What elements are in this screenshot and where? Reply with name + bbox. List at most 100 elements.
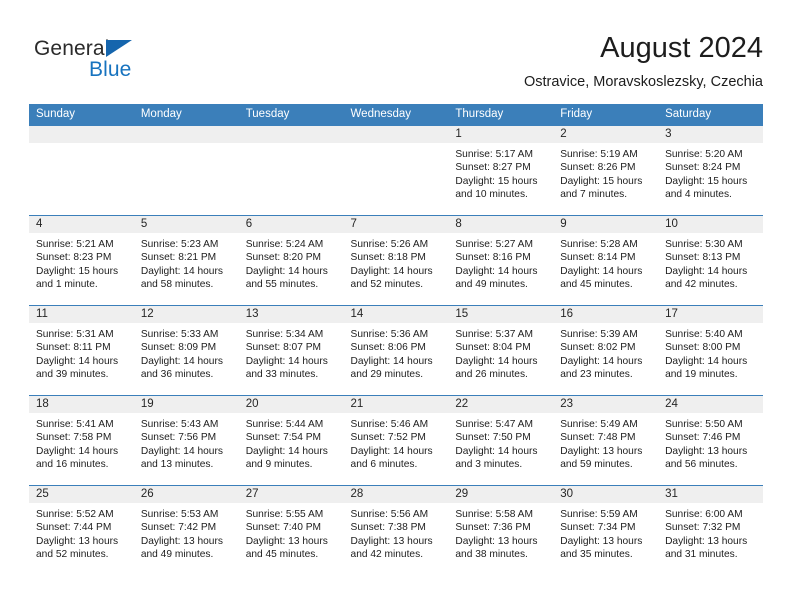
day-sun-info: Sunrise: 5:30 AM Sunset: 8:13 PM Daylight:… [658,233,763,291]
calendar-day-cell[interactable]: 10 Sunrise: 5:30 AM Sunset: 8:13 PM Dayligh… [658,215,763,306]
daylight-text: Daylight: 14 hours [140,265,223,277]
calendar-day-cell[interactable]: 28 Sunrise: 5:56 AM Sunset: 7:38 PM Dayligh… [343,485,449,576]
daylight-text: Daylight: 14 hours [455,265,538,277]
daylight-text-cont: and 59 minutes. [560,458,633,470]
day-number: 7 [343,216,449,233]
daylight-text: Daylight: 14 hours [36,355,119,367]
sunrise-text: Sunrise: 5:34 AM [245,329,324,340]
calendar-day-cell[interactable]: 13 Sunrise: 5:34 AM Sunset: 8:07 PM Dayligh… [238,305,344,396]
day-cell-inner: 3 Sunrise: 5:20 AM Sunset: 8:24 PM Daylight… [658,126,763,215]
day-sun-info: Sunrise: 5:53 AM Sunset: 7:42 PM Daylight:… [134,503,239,561]
daylight-text-cont: and 35 minutes. [560,548,633,560]
day-cell-inner: 19 Sunrise: 5:43 AM Sunset: 7:56 PM Dayligh… [133,396,239,485]
day-cell-inner: 24 Sunrise: 5:50 AM Sunset: 7:46 PM Dayligh… [658,396,763,485]
day-sun-info: Sunrise: 5:24 AM Sunset: 8:20 PM Daylight:… [239,233,344,291]
calendar-day-cell[interactable]: 23 Sunrise: 5:49 AM Sunset: 7:48 PM Dayligh… [553,395,659,486]
calendar-page: General Blue August 2024 Ostravice, Mora… [0,0,792,612]
daylight-text: Daylight: 13 hours [560,445,643,457]
daylight-text-cont: and 16 minutes. [36,458,109,470]
day-sun-info: Sunrise: 5:21 AM Sunset: 8:23 PM Daylight:… [29,233,134,291]
day-number: 20 [238,396,344,413]
daylight-text-cont: and 36 minutes. [140,368,214,380]
page-header: General Blue August 2024 Ostravice, Mora… [29,30,763,100]
calendar-day-cell[interactable]: 15 Sunrise: 5:37 AM Sunset: 8:04 PM Dayligh… [448,305,554,396]
sunrise-text: Sunrise: 5:56 AM [350,509,429,520]
sunrise-text: Sunrise: 5:49 AM [560,419,638,430]
calendar-day-cell[interactable]: 21 Sunrise: 5:46 AM Sunset: 7:52 PM Dayligh… [343,395,449,486]
calendar-day-cell[interactable]: 20 Sunrise: 5:44 AM Sunset: 7:54 PM Dayligh… [238,395,344,486]
day-number [238,126,344,143]
sunset-text: Sunset: 8:21 PM [140,252,217,264]
day-cell-inner: 25 Sunrise: 5:52 AM Sunset: 7:44 PM Dayligh… [29,486,134,576]
daylight-text-cont: and 10 minutes. [455,188,528,200]
calendar-day-cell[interactable]: 14 Sunrise: 5:36 AM Sunset: 8:06 PM Dayligh… [343,305,449,396]
day-number: 14 [343,306,449,323]
day-cell-inner: 28 Sunrise: 5:56 AM Sunset: 7:38 PM Dayligh… [343,486,449,576]
calendar-week-row: 1 Sunrise: 5:17 AM Sunset: 8:27 PM Daylight… [29,125,763,216]
sunset-text: Sunset: 7:32 PM [665,522,741,534]
day-sun-info: Sunrise: 5:31 AM Sunset: 8:11 PM Daylight:… [29,323,134,381]
calendar-day-cell[interactable]: 25 Sunrise: 5:52 AM Sunset: 7:44 PM Dayligh… [29,485,134,576]
calendar-day-cell[interactable]: 7 Sunrise: 5:26 AM Sunset: 8:18 PM Daylight… [343,215,449,306]
page-title: August 2024 [600,32,763,64]
calendar-day-cell[interactable]: 26 Sunrise: 5:53 AM Sunset: 7:42 PM Dayligh… [133,485,239,576]
calendar-day-cell[interactable]: 18 Sunrise: 5:41 AM Sunset: 7:58 PM Dayligh… [29,395,134,486]
day-cell-inner: 23 Sunrise: 5:49 AM Sunset: 7:48 PM Dayligh… [553,396,659,485]
calendar-day-cell[interactable]: 17 Sunrise: 5:40 AM Sunset: 8:00 PM Dayligh… [658,305,763,396]
day-cell-inner: 15 Sunrise: 5:37 AM Sunset: 8:04 PM Dayligh… [448,306,554,395]
day-cell-inner [343,126,449,215]
daylight-text-cont: and 26 minutes. [455,368,528,380]
calendar-day-cell[interactable]: 16 Sunrise: 5:39 AM Sunset: 8:02 PM Dayligh… [553,305,659,396]
daylight-text: Daylight: 15 hours [455,175,538,187]
calendar-body: 1 Sunrise: 5:17 AM Sunset: 8:27 PM Daylight… [29,125,763,576]
daylight-text-cont: and 45 minutes. [245,548,319,560]
weekday-header-wednesday: Wednesday [343,104,449,126]
sunset-text: Sunset: 8:26 PM [560,162,636,174]
calendar-day-cell[interactable]: 8 Sunrise: 5:27 AM Sunset: 8:16 PM Daylight… [448,215,554,306]
general-blue-logo[interactable]: General Blue [29,36,229,94]
daylight-text-cont: and 42 minutes. [350,548,424,560]
calendar-day-cell[interactable]: 11 Sunrise: 5:31 AM Sunset: 8:11 PM Dayligh… [29,305,134,396]
daylight-text-cont: and 58 minutes. [140,278,214,290]
daylight-text-cont: and 1 minute. [36,278,98,290]
day-sun-info: Sunrise: 5:36 AM Sunset: 8:06 PM Daylight:… [344,323,449,381]
weekday-header-row: Sunday Monday Tuesday Wednesday Thursday… [29,104,763,126]
daylight-text: Daylight: 14 hours [245,265,328,277]
calendar-day-cell[interactable]: 1 Sunrise: 5:17 AM Sunset: 8:27 PM Daylight… [448,125,554,216]
day-sun-info: Sunrise: 5:59 AM Sunset: 7:34 PM Daylight:… [553,503,658,561]
calendar-day-cell[interactable]: 12 Sunrise: 5:33 AM Sunset: 8:09 PM Dayligh… [133,305,239,396]
daylight-text: Daylight: 13 hours [560,535,643,547]
calendar-day-cell[interactable]: 5 Sunrise: 5:23 AM Sunset: 8:21 PM Daylight… [133,215,239,306]
sunset-text: Sunset: 8:16 PM [455,252,531,264]
calendar-day-cell[interactable]: 30 Sunrise: 5:59 AM Sunset: 7:34 PM Dayligh… [553,485,659,576]
sunset-text: Sunset: 8:23 PM [36,252,112,264]
weekday-header-tuesday: Tuesday [238,104,344,126]
calendar-day-cell[interactable]: 4 Sunrise: 5:21 AM Sunset: 8:23 PM Daylight… [29,215,134,306]
day-number: 11 [29,306,134,323]
daylight-text-cont: and 55 minutes. [245,278,319,290]
calendar-day-cell[interactable]: 3 Sunrise: 5:20 AM Sunset: 8:24 PM Daylight… [658,125,763,216]
calendar-day-cell[interactable]: 9 Sunrise: 5:28 AM Sunset: 8:14 PM Daylight… [553,215,659,306]
daylight-text: Daylight: 15 hours [665,175,748,187]
calendar-day-cell[interactable]: 27 Sunrise: 5:55 AM Sunset: 7:40 PM Dayligh… [238,485,344,576]
calendar-day-cell[interactable]: 24 Sunrise: 5:50 AM Sunset: 7:46 PM Dayligh… [658,395,763,486]
day-cell-inner: 14 Sunrise: 5:36 AM Sunset: 8:06 PM Dayligh… [343,306,449,395]
day-sun-info: Sunrise: 5:43 AM Sunset: 7:56 PM Daylight:… [134,413,239,471]
sunrise-text: Sunrise: 5:31 AM [36,329,114,340]
calendar-day-cell[interactable]: 22 Sunrise: 5:47 AM Sunset: 7:50 PM Dayligh… [448,395,554,486]
calendar-day-cell[interactable]: 29 Sunrise: 5:58 AM Sunset: 7:36 PM Dayligh… [448,485,554,576]
day-cell-inner: 21 Sunrise: 5:46 AM Sunset: 7:52 PM Dayligh… [343,396,449,485]
weekday-header-saturday: Saturday [658,104,763,126]
sunrise-text: Sunrise: 5:39 AM [560,329,638,340]
day-sun-info: Sunrise: 5:55 AM Sunset: 7:40 PM Daylight:… [239,503,344,561]
calendar-day-cell[interactable]: 19 Sunrise: 5:43 AM Sunset: 7:56 PM Dayligh… [133,395,239,486]
calendar-day-cell[interactable]: 31 Sunrise: 6:00 AM Sunset: 7:32 PM Dayligh… [658,485,763,576]
day-number: 28 [343,486,449,503]
day-number: 1 [448,126,554,143]
day-sun-info: Sunrise: 5:52 AM Sunset: 7:44 PM Daylight:… [29,503,134,561]
calendar-day-cell[interactable]: 2 Sunrise: 5:19 AM Sunset: 8:26 PM Daylight… [553,125,659,216]
daylight-text-cont: and 56 minutes. [665,458,738,470]
daylight-text: Daylight: 13 hours [455,535,538,547]
calendar-day-cell[interactable]: 6 Sunrise: 5:24 AM Sunset: 8:20 PM Daylight… [238,215,344,306]
title-block: August 2024 Ostravice, Moravskoslezsky, … [524,30,763,91]
